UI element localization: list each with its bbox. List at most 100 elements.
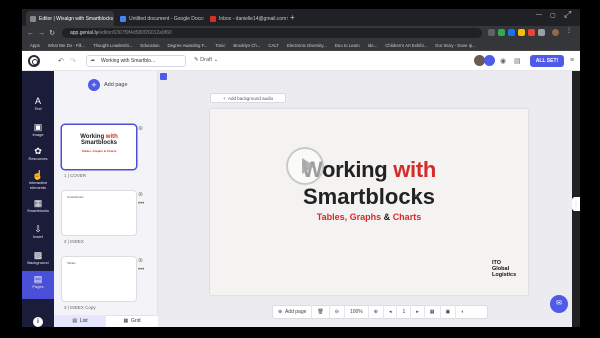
grid-view-button[interactable]: ▦ Grid bbox=[106, 315, 158, 327]
brand-logo-text[interactable]: ITO Global Logistics bbox=[492, 260, 516, 278]
title-red-word: with bbox=[393, 157, 437, 182]
page-options-icon[interactable]: ••• bbox=[138, 267, 144, 273]
close-icon[interactable]: ✕ bbox=[113, 16, 114, 22]
pages-icon: ▤ bbox=[33, 274, 43, 284]
save-icon[interactable]: ▤ bbox=[514, 57, 521, 65]
layers-icon[interactable]: ▣ bbox=[441, 305, 457, 319]
zoom-in-icon[interactable]: ⊕ bbox=[369, 305, 384, 319]
project-title-field[interactable]: Working with Smartblo... bbox=[86, 55, 186, 67]
duplicate-page-icon[interactable]: ⊕ bbox=[138, 257, 143, 264]
bookmark[interactable]: Ide... bbox=[368, 43, 378, 48]
bookmark[interactable]: Tonic bbox=[215, 43, 225, 48]
tab-docs[interactable]: Untitled document - Google Docs ✕ bbox=[116, 11, 204, 26]
maximize-icon[interactable]: ▢ bbox=[550, 12, 556, 19]
menu-icon[interactable]: ≡ bbox=[570, 57, 574, 64]
pages-panel: + Add page Working with Smartblocks Table… bbox=[54, 71, 177, 327]
zoom-value: 100% bbox=[349, 309, 363, 315]
slide-title-line1[interactable]: Working with bbox=[210, 157, 528, 183]
forward-icon[interactable]: → bbox=[38, 30, 45, 37]
bookmark[interactable]: Education bbox=[140, 43, 159, 48]
side-panel-handle-icon[interactable]: ⋮ bbox=[572, 197, 580, 211]
extension-icon[interactable] bbox=[498, 29, 505, 36]
tab-editor[interactable]: Editor | Wixalgn with Smartblocks ✕ bbox=[26, 11, 114, 26]
page-thumb-index-copy[interactable]: Tables bbox=[62, 257, 136, 301]
profile-avatar[interactable] bbox=[552, 29, 559, 36]
bookmark[interactable]: Electronic Diversity... bbox=[287, 43, 327, 48]
draft-status[interactable]: ✎ Draft ⌄ bbox=[194, 57, 218, 63]
close-icon[interactable]: ✕ bbox=[286, 16, 288, 22]
bookmark[interactable]: Apps bbox=[30, 43, 40, 48]
redo-icon[interactable]: ↷ bbox=[70, 57, 76, 65]
sub-part: Charts bbox=[392, 212, 422, 222]
avatar[interactable] bbox=[484, 55, 495, 66]
theme-icon[interactable]: ◐ bbox=[456, 305, 469, 319]
reload-icon[interactable]: ↻ bbox=[49, 29, 55, 37]
page-thumb-index[interactable]: Smartblocks bbox=[62, 191, 136, 235]
expand-icon[interactable]: ⤢ bbox=[564, 9, 571, 20]
bookmark[interactable]: Our Story - Dove Ip... bbox=[435, 43, 476, 48]
minimize-icon[interactable]: — bbox=[536, 12, 542, 18]
duplicate-page-icon[interactable]: ⊕ bbox=[138, 125, 143, 132]
grid-toggle-icon[interactable]: ▦ bbox=[425, 305, 441, 319]
rail-pages[interactable]: ▤ Pages bbox=[22, 271, 54, 299]
bookmark[interactable]: Degree Awarding F... bbox=[168, 43, 208, 48]
slide[interactable]: Working with Smartblocks Tables, Graphs … bbox=[210, 109, 528, 295]
rail-label: Image bbox=[32, 132, 44, 137]
bookmark[interactable]: CALT bbox=[268, 43, 279, 48]
bookmark[interactable]: Children's Art Exhibi... bbox=[385, 43, 427, 48]
next-page-icon[interactable]: ▸ bbox=[411, 305, 425, 319]
interactive-icon: ☝ bbox=[32, 170, 44, 180]
undo-icon[interactable]: ↶ bbox=[58, 57, 64, 65]
address-bar-row: ← → ↻ app.genial.ly/editor/6307f9f4d580f… bbox=[22, 26, 580, 40]
zoom-out-icon[interactable]: ⊖ bbox=[330, 305, 345, 319]
add-page-button[interactable]: + Add page bbox=[88, 79, 128, 91]
rail-smartblocks[interactable]: ▦ Smartblocks bbox=[22, 195, 54, 223]
chat-icon[interactable]: ✉ bbox=[550, 295, 568, 313]
rail-insert[interactable]: ⇩ Insert bbox=[22, 221, 54, 249]
tab-gmail[interactable]: Inbox - danielle14@gmail.com ✕ bbox=[206, 11, 288, 26]
grid-label: Grid bbox=[131, 318, 141, 324]
page-options-icon[interactable]: ••• bbox=[138, 201, 144, 207]
list-view-button[interactable]: ▤ List bbox=[54, 315, 106, 327]
delete-icon[interactable]: 🗑 bbox=[312, 305, 330, 319]
slide-title-line2[interactable]: Smartblocks bbox=[210, 184, 528, 210]
bookmark[interactable]: Thought Leadershi... bbox=[93, 43, 132, 48]
extension-icon[interactable] bbox=[488, 29, 495, 36]
bottom-add-page-label: Add page bbox=[284, 309, 307, 315]
bottom-add-page-button[interactable]: ⊕ Add page bbox=[273, 305, 313, 319]
video-play-icon[interactable] bbox=[286, 147, 324, 185]
extension-icon[interactable] bbox=[528, 29, 535, 36]
tab-title: Inbox - danielle14@gmail.com bbox=[219, 15, 287, 22]
thumb-small-text: Smartblocks bbox=[67, 195, 84, 199]
bookmark[interactable]: Brooklyn Ch... bbox=[233, 43, 260, 48]
url-field[interactable]: app.genial.ly/editor/6307f9f4d580f26012a… bbox=[62, 28, 482, 38]
genially-logo-icon[interactable] bbox=[28, 55, 40, 67]
add-background-audio-button[interactable]: + Add background audio bbox=[210, 93, 286, 103]
tool-rail: A Text ▣ Image ✿ Resources ☝ Interactive ele… bbox=[22, 71, 54, 327]
page-thumb-cover[interactable]: Working with Smartblocks Tables, Graphs &… bbox=[62, 125, 136, 169]
rail-text[interactable]: A Text bbox=[22, 93, 54, 121]
menu-dots-icon[interactable]: ⋮ bbox=[566, 27, 573, 34]
back-icon[interactable]: ← bbox=[27, 30, 34, 37]
canvas-corner-handle-icon[interactable] bbox=[160, 73, 167, 80]
thumb-title: Working with Smartblocks bbox=[78, 134, 120, 146]
extension-icon[interactable] bbox=[518, 29, 525, 36]
new-tab-icon[interactable]: + bbox=[290, 13, 295, 22]
extension-icon[interactable] bbox=[508, 29, 515, 36]
draft-label: Draft bbox=[200, 57, 213, 63]
rail-interactive[interactable]: ☝ Interactive elements bbox=[22, 167, 54, 195]
page-number[interactable]: 1 bbox=[397, 305, 412, 319]
extension-icon[interactable] bbox=[538, 29, 545, 36]
app-header: ↶ ↷ Working with Smartblo... ☁ ✎ Draft ⌄… bbox=[22, 51, 580, 71]
bookmark[interactable]: What We Do - Fill... bbox=[48, 43, 85, 48]
close-icon[interactable]: ✕ bbox=[203, 16, 204, 22]
zoom-level[interactable]: 100% bbox=[345, 305, 369, 319]
all-set-button[interactable]: ALL SET! bbox=[530, 55, 564, 67]
bookmark[interactable]: Duo to Learn bbox=[335, 43, 360, 48]
preview-icon[interactable]: ◉ bbox=[500, 57, 506, 65]
duplicate-page-icon[interactable]: ⊕ bbox=[138, 191, 143, 198]
info-icon[interactable]: i bbox=[33, 317, 43, 327]
prev-page-icon[interactable]: ◂ bbox=[384, 305, 398, 319]
genially-favicon-icon bbox=[30, 15, 36, 22]
slide-subtitle[interactable]: Tables, Graphs & Charts bbox=[210, 212, 528, 222]
